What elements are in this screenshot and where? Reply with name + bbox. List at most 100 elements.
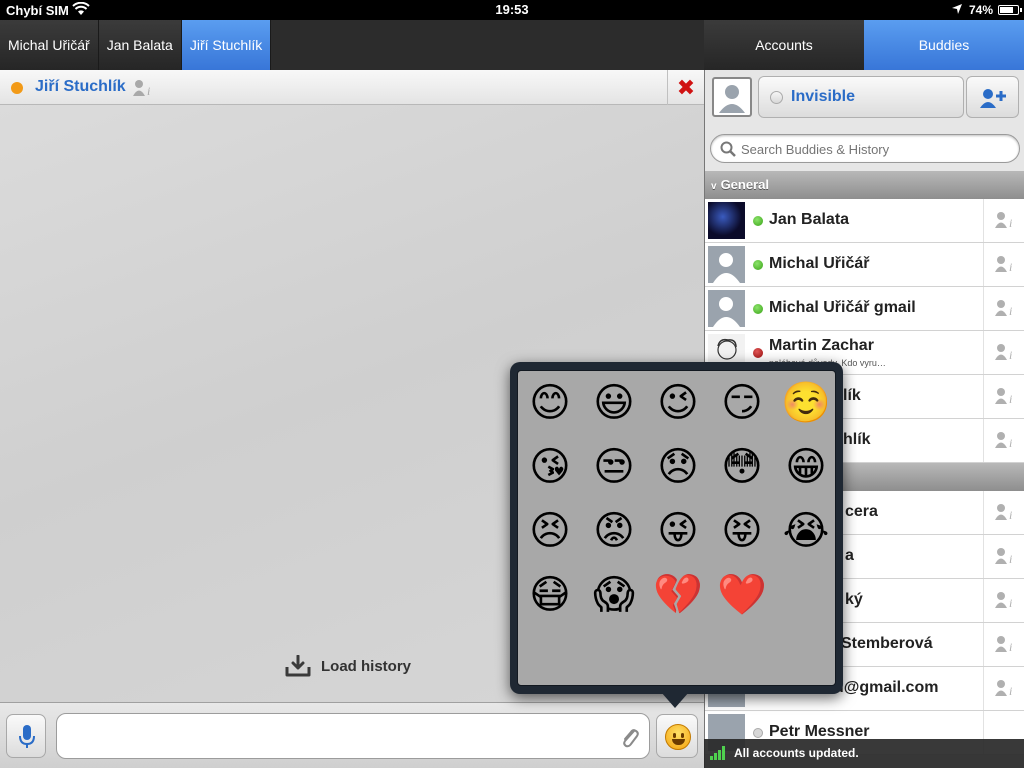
buddy-name: Michal Uřičář bbox=[769, 255, 870, 272]
my-status-label: Invisible bbox=[791, 88, 856, 105]
svg-text:i: i bbox=[1009, 508, 1012, 521]
svg-text:i: i bbox=[1009, 348, 1012, 361]
svg-text:i: i bbox=[1009, 260, 1012, 273]
buddy-info-button[interactable]: i bbox=[983, 419, 1024, 462]
smiley-icon bbox=[665, 724, 691, 750]
buddy-info-button[interactable]: i bbox=[983, 667, 1024, 710]
status-bar: Chybí SIM 19:53 74% bbox=[0, 0, 1024, 20]
buddy-name: Jan Balata bbox=[769, 211, 850, 228]
emoji-smile[interactable]: 😊 bbox=[524, 377, 576, 429]
chat-header: Jiří Stuchlík i ✖ bbox=[0, 70, 704, 105]
my-avatar[interactable] bbox=[712, 77, 752, 117]
emoji-button[interactable] bbox=[656, 714, 698, 758]
emoji-disappointed[interactable]: 😞 bbox=[652, 441, 704, 493]
chat-tab-michal[interactable]: Michal Uřičář bbox=[0, 20, 99, 70]
buddy-info-button[interactable]: i bbox=[983, 491, 1024, 534]
tab-accounts[interactable]: Accounts bbox=[704, 20, 864, 70]
signal-bars-icon bbox=[710, 746, 725, 760]
person-info-icon: i bbox=[995, 548, 1012, 565]
svg-text:i: i bbox=[1009, 684, 1012, 697]
add-buddy-button[interactable] bbox=[966, 76, 1019, 118]
buddy-name: Stemberová bbox=[841, 635, 933, 652]
chat-tab-jan[interactable]: Jan Balata bbox=[98, 20, 182, 70]
emoji-grin[interactable]: 😃 bbox=[588, 377, 640, 429]
list-item[interactable]: Jan Balata i bbox=[705, 199, 1024, 243]
status-dot bbox=[753, 304, 763, 314]
battery-percent: 74% bbox=[969, 3, 994, 17]
group-label: General bbox=[720, 177, 769, 192]
person-info-icon: i bbox=[995, 592, 1012, 609]
person-info-icon: i bbox=[995, 388, 1012, 405]
buddy-info-button[interactable]: i bbox=[983, 287, 1024, 330]
chat-tab-bar: Michal Uřičář Jan Balata Jiří Stuchlík bbox=[0, 20, 704, 70]
buddy-info-button[interactable]: i bbox=[983, 579, 1024, 622]
svg-text:i: i bbox=[1009, 640, 1012, 653]
chat-contact-name: Jiří Stuchlík bbox=[35, 78, 126, 95]
emoji-smirk[interactable]: 😏 bbox=[716, 377, 768, 429]
close-chat-button[interactable]: ✖ bbox=[667, 70, 704, 105]
buddy-info-button[interactable]: i bbox=[983, 535, 1024, 578]
person-info-icon: i bbox=[995, 680, 1012, 697]
person-info-icon: i bbox=[995, 432, 1012, 449]
buddy-name: a bbox=[845, 547, 854, 564]
svg-text:i: i bbox=[147, 84, 150, 97]
emoji-persevere[interactable]: 😣 bbox=[524, 505, 576, 557]
emoji-broken-heart[interactable]: 💔 bbox=[652, 569, 704, 621]
avatar bbox=[708, 246, 745, 283]
paperclip-icon[interactable] bbox=[620, 727, 640, 749]
buddy-info-button[interactable]: i bbox=[983, 243, 1024, 286]
emoji-grid: 😊 😃 😉 😏 ☺️ 😘 😒 😞 😳 😁 😣 😡 😜 😝 😭 😷 😱 💔 ❤️ bbox=[517, 370, 836, 686]
emoji-tongue-closed[interactable]: 😝 bbox=[716, 505, 768, 557]
buddy-info-button[interactable]: i bbox=[983, 331, 1024, 374]
search-icon bbox=[720, 141, 736, 157]
tab-buddies[interactable]: Buddies bbox=[864, 20, 1024, 70]
emoji-grimace[interactable]: 😁 bbox=[780, 441, 832, 493]
person-info-icon: i bbox=[995, 636, 1012, 653]
emoji-flushed[interactable]: 😳 bbox=[716, 441, 768, 493]
emoji-kiss[interactable]: 😘 bbox=[524, 441, 576, 493]
list-item[interactable]: Michal Uřičář i bbox=[705, 243, 1024, 287]
contact-info-icon[interactable]: i bbox=[133, 79, 155, 102]
emoji-angry[interactable]: 😡 bbox=[588, 505, 640, 557]
emoji-mask[interactable]: 😷 bbox=[524, 569, 576, 621]
emoji-tongue-wink[interactable]: 😜 bbox=[652, 505, 704, 557]
group-header-general[interactable]: v General bbox=[705, 171, 1024, 199]
popover-arrow bbox=[661, 692, 689, 708]
buddy-name: cera bbox=[845, 503, 878, 520]
load-history-button[interactable]: Load history bbox=[285, 653, 411, 679]
clock: 19:53 bbox=[495, 2, 529, 17]
battery-icon bbox=[998, 5, 1022, 15]
load-history-label: Load history bbox=[321, 657, 412, 675]
status-dot bbox=[753, 728, 763, 738]
avatar bbox=[708, 202, 745, 239]
svg-text:i: i bbox=[1009, 436, 1012, 449]
person-info-icon: i bbox=[995, 344, 1012, 361]
buddy-name: Martin Zachar bbox=[769, 337, 874, 354]
list-item[interactable]: Michal Uřičář gmail i bbox=[705, 287, 1024, 331]
svg-text:i: i bbox=[1009, 552, 1012, 565]
emoji-unamused[interactable]: 😒 bbox=[588, 441, 640, 493]
buddy-info-button[interactable]: i bbox=[983, 199, 1024, 242]
message-input[interactable] bbox=[56, 713, 650, 759]
status-radio-icon bbox=[770, 91, 783, 104]
person-silhouette-icon bbox=[719, 85, 745, 113]
emoji-sob[interactable]: 😭 bbox=[780, 505, 832, 557]
microphone-icon bbox=[19, 725, 35, 748]
emoji-relaxed[interactable]: ☺️ bbox=[780, 377, 832, 429]
svg-text:i: i bbox=[1009, 392, 1012, 405]
person-info-icon: i bbox=[995, 300, 1012, 317]
emoji-scream[interactable]: 😱 bbox=[588, 569, 640, 621]
search-input[interactable] bbox=[741, 138, 1011, 160]
buddy-search[interactable] bbox=[710, 134, 1020, 163]
buddy-info-button[interactable]: i bbox=[983, 375, 1024, 418]
composer-bar bbox=[0, 702, 704, 768]
emoji-heart[interactable]: ❤️ bbox=[716, 569, 768, 621]
svg-text:i: i bbox=[1009, 216, 1012, 229]
chevron-down-icon: v bbox=[711, 181, 717, 192]
chat-tab-jiri[interactable]: Jiří Stuchlík bbox=[181, 20, 272, 70]
buddy-info-button[interactable]: i bbox=[983, 623, 1024, 666]
add-person-icon bbox=[980, 89, 1006, 108]
emoji-wink[interactable]: 😉 bbox=[652, 377, 704, 429]
my-status-button[interactable]: Invisible bbox=[758, 76, 964, 118]
microphone-button[interactable] bbox=[6, 714, 46, 758]
